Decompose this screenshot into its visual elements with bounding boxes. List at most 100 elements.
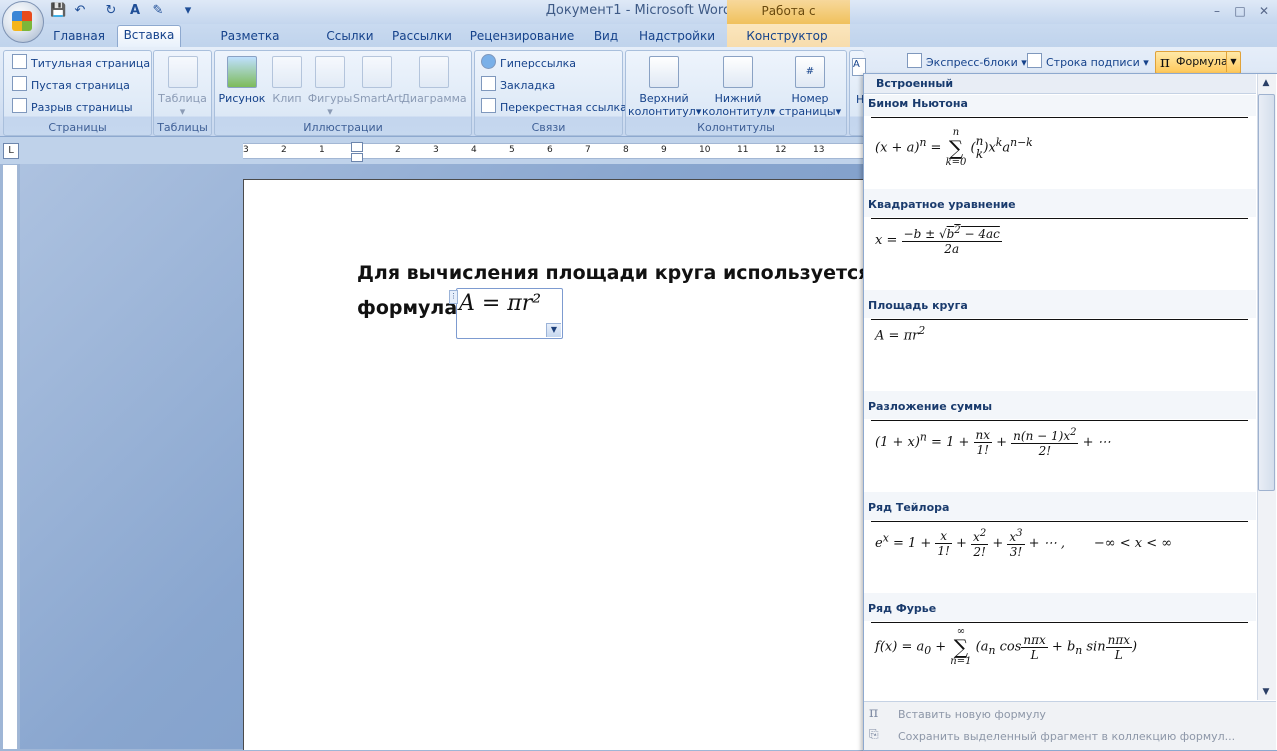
group-label-tables: Таблицы [157,121,208,134]
picture-icon [227,56,257,88]
page-number-button[interactable]: # Номер страницы▾ [776,56,844,118]
header-button[interactable]: Верхний колонтитул▾ [628,56,701,118]
equation-move-handle[interactable]: ⋮ [449,290,458,304]
blank-page-button[interactable]: Пустая страница [12,76,130,94]
formula-button[interactable]: π Формула ▼ [1155,51,1241,74]
ruler-number: 12 [775,145,787,155]
gallery-item-circle-area[interactable]: A = πr2 [871,319,1248,391]
gallery-item-title-circle-area: Площадь круга [868,299,968,312]
chart-button[interactable]: Диаграмма [401,56,467,105]
maximize-button[interactable]: □ [1230,4,1250,18]
gallery-header: Встроенный [864,74,1256,94]
gallery-item-title-taylor: Ряд Тейлора [868,501,950,514]
tab-selector[interactable]: L [3,143,19,159]
cross-reference-button[interactable]: Перекрестная ссылка [481,98,627,116]
gallery-item-title-fourier: Ряд Фурье [868,602,937,615]
tab-view[interactable]: Вид [588,27,624,47]
footer-icon [723,56,753,88]
spelling-icon[interactable]: A [127,3,143,19]
vertical-ruler[interactable] [3,165,18,749]
document-text-line1[interactable]: Для вычисления площади круга используетс… [357,262,902,284]
tab-insert[interactable]: Вставка [117,25,181,48]
ruler-number: 2 [281,145,287,155]
ruler-number: 8 [623,145,629,155]
chart-icon [419,56,449,88]
formula-dropdown-arrow[interactable]: ▼ [1226,52,1240,72]
ruler-number: 4 [471,145,477,155]
gallery-item-fourier[interactable]: f(x) = a0 + ∞ ∑ n=1 (an cos nπx L + bn sin nπ… [871,622,1248,699]
ruler-number: 1 [319,145,325,155]
group-illustrations: Рисунок Клип Фигуры ▾ SmartArt Диаграмма … [214,50,472,136]
minimize-button[interactable]: – [1207,4,1227,18]
bookmark-icon [481,76,496,91]
insert-new-formula-item[interactable]: Вставить новую формулу [898,708,1046,721]
quick-parts-button[interactable]: Экспресс-блоки ▾ [907,53,1027,71]
customize-qat-icon[interactable]: ▾ [180,3,196,19]
group-text: A Н [849,50,866,136]
clip-art-icon [272,56,302,88]
ruler-number: 10 [699,145,711,155]
save-to-gallery-icon: ⎘ [869,727,879,741]
ruler-number: 2 [395,145,401,155]
close-button[interactable]: ✕ [1254,4,1274,18]
gallery-item-sum-expansion[interactable]: (1 + x)n = 1 + nx 1! + n(n − 1)x2 2! + ⋯ [871,420,1248,492]
group-label-illustrations: Иллюстрации [303,121,383,134]
ruler-number: 11 [737,145,749,155]
pi-icon: π [869,705,879,721]
tab-references[interactable]: Ссылки [321,27,379,47]
group-links: Гиперссылка Закладка Перекрестная ссылка… [474,50,627,136]
tab-addins[interactable]: Надстройки [636,27,718,47]
scroll-thumb[interactable] [1258,94,1275,491]
gallery-item-binomial[interactable]: (x + a)n = n ∑ k=0 (n k)xkan−k [871,117,1248,189]
footer-button[interactable]: Нижний колонтитул▾ [702,56,775,118]
quick-parts-icon [907,53,922,68]
tab-mailings[interactable]: Рассылки [388,27,456,47]
new-doc-icon[interactable]: ✎ [150,3,166,19]
tab-home[interactable]: Главная [48,27,110,47]
left-indent-marker[interactable] [351,153,363,162]
save-selection-to-gallery-item[interactable]: Сохранить выделенный фрагмент в коллекци… [898,730,1235,743]
pi-icon: π [1160,53,1170,71]
save-icon[interactable]: 💾 [50,3,66,19]
page-break-icon [12,98,27,113]
hyperlink-button[interactable]: Гиперссылка [481,54,576,72]
ruler-number: 5 [509,145,515,155]
ruler-number: 13 [813,145,825,155]
redo-icon[interactable]: ↻ [103,3,119,19]
group-tables: Таблица ▾ Таблицы [153,50,212,136]
tab-page-layout[interactable]: Разметка страницы [190,27,310,61]
office-button[interactable] [2,1,44,43]
gallery-item-title-sum-expansion: Разложение суммы [868,400,993,413]
cover-page-button[interactable]: Титульная страница ▾ [12,54,159,72]
table-button[interactable]: Таблица ▾ [156,56,209,118]
undo-icon[interactable]: ↶ [72,3,88,19]
bookmark-button[interactable]: Закладка [481,76,555,94]
scroll-up-arrow[interactable]: ▲ [1259,76,1273,90]
ruler-number: 3 [433,145,439,155]
equation-options-arrow[interactable]: ▼ [546,323,561,337]
ruler-number: 6 [547,145,553,155]
context-tab-group-label: Работа с формулами [727,0,850,40]
shapes-button[interactable]: Фигуры ▾ [307,56,353,118]
cover-page-icon [12,54,27,69]
tab-review[interactable]: Рецензирование [466,27,578,47]
scroll-down-arrow[interactable]: ▼ [1259,685,1273,699]
tab-design[interactable]: Конструктор [740,27,834,47]
gallery-item-taylor[interactable]: ex = 1 + x 1! + x2 2! + x3 3! + ⋯ , −∞ < x … [871,521,1248,593]
first-line-indent-marker[interactable] [351,142,363,152]
shapes-icon [315,56,345,88]
clip-art-button[interactable]: Клип [267,56,307,105]
horizontal-ruler[interactable]: 32112345678910111213 [243,142,863,162]
smartart-button[interactable]: SmartArt [353,56,403,105]
group-label-links: Связи [531,121,566,134]
picture-button[interactable]: Рисунок [217,56,267,105]
header-icon [649,56,679,88]
gallery-item-title-binomial: Бином Ньютона [868,97,968,110]
office-logo-icon [12,11,32,31]
signature-line-button[interactable]: Строка подписи ▾ [1027,53,1149,71]
table-icon [167,56,198,88]
cross-reference-icon [481,98,496,113]
gallery-item-quadratic[interactable]: x = −b ± √b2 − 4ac 2a [871,218,1248,290]
page-break-button[interactable]: Разрыв страницы [12,98,133,116]
equation-content[interactable]: A = πr² [459,291,541,316]
